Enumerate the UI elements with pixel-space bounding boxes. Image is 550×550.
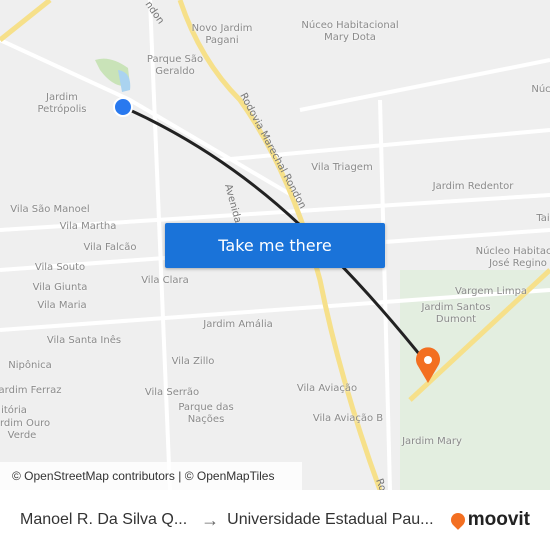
origin-marker[interactable]	[113, 97, 133, 117]
place-label: Vila Aviação B	[312, 413, 384, 424]
take-me-there-button[interactable]: Take me there	[165, 223, 385, 268]
place-label: Vila Clara	[141, 275, 189, 286]
map-attribution[interactable]: © OpenStreetMap contributors | © OpenMap…	[0, 462, 302, 490]
place-label: Núcleo HabitacioJosé Regino	[475, 246, 550, 269]
place-label: Vila Maria	[37, 300, 87, 311]
place-label: ardim Ferraz	[0, 385, 62, 396]
origin-name: Manoel R. Da Silva Q...	[20, 511, 188, 528]
footer: Manoel R. Da Silva Q... → Universidade E…	[0, 490, 550, 550]
place-label: Vila Aviação	[296, 383, 358, 394]
place-label: ardim OuroVerde	[0, 418, 51, 441]
place-label: Vila Triagem	[311, 162, 373, 173]
place-label: Vila Falcão	[83, 242, 137, 253]
place-label: Vila Serrão	[144, 387, 200, 398]
place-label: Nipônica	[8, 360, 52, 371]
destination-name: Universidade Estadual Pau...	[227, 511, 434, 528]
place-label: Jardim Redentor	[432, 181, 514, 192]
road-label: ndon	[143, 0, 166, 26]
place-label: Parque São Geraldo	[146, 54, 204, 77]
place-label: Vila Souto	[34, 262, 86, 273]
place-label: Vila Zillo	[171, 356, 215, 367]
place-label: Vila Giunta	[32, 282, 88, 293]
place-label: Vila Martha	[59, 221, 117, 232]
place-label: Jardim Amália	[203, 319, 273, 330]
place-label: Jardim Santos Dumont	[421, 302, 491, 325]
map[interactable]: Avenida Nações Rodovia Marechal Rondon n…	[0, 0, 550, 490]
place-label: Núc	[531, 84, 550, 95]
arrow-right-icon: →	[201, 509, 220, 530]
place-label: Jardim Mary	[402, 436, 462, 447]
place-label: itória	[1, 405, 27, 416]
place-label: Jardim Petrópolis	[37, 92, 87, 115]
place-label: Núceo Habitacional Mary Dota	[301, 20, 399, 43]
place-label: Novo Jardim Pagani	[191, 23, 253, 46]
place-label: Parque das Nações	[178, 402, 234, 425]
moovit-logo[interactable]: moovit	[447, 509, 530, 531]
place-label: Tai	[536, 213, 550, 224]
place-label: Vila São Manoel	[10, 204, 90, 215]
place-label: Vargem Limpa	[454, 286, 528, 297]
moovit-pin-icon	[447, 510, 468, 530]
place-label: Vila Santa Inês	[46, 335, 122, 346]
